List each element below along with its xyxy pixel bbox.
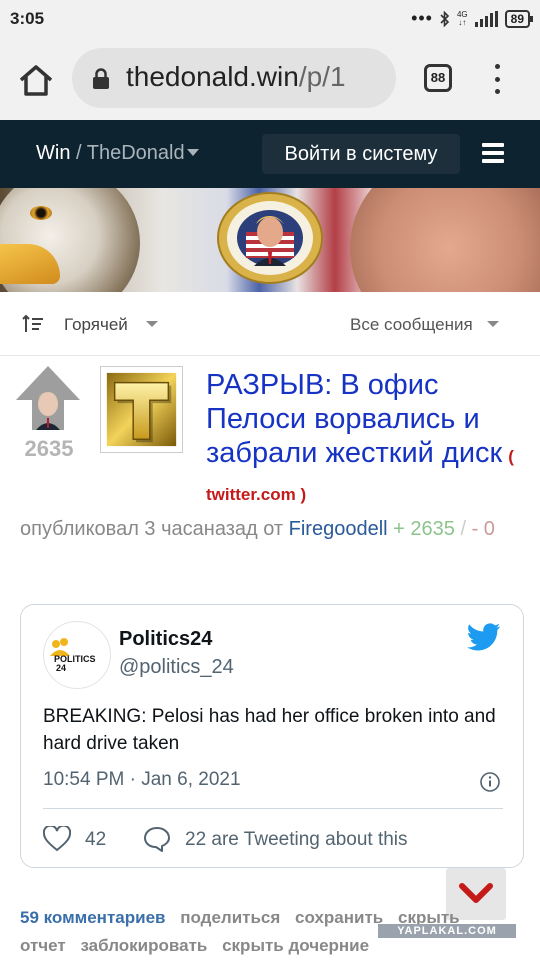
tweet-author-name[interactable]: Politics24 (119, 628, 212, 651)
sort-label: Горячей (64, 315, 128, 334)
brand-win[interactable]: Win (36, 142, 70, 164)
post-score: 2635 (24, 436, 74, 461)
post-upvotes: + 2635 (387, 518, 455, 540)
battery-icon: 89 (504, 9, 534, 28)
save-link[interactable]: сохранить (295, 908, 383, 927)
post-downvotes: - 0 (471, 518, 495, 540)
report-link[interactable]: отчет (20, 936, 66, 955)
more-dots-icon: ••• (411, 8, 433, 28)
post-meta: опубликовал 3 часаназад от Firegoodell +… (20, 514, 530, 544)
tweet-author-handle[interactable]: @politics_24 (119, 656, 234, 679)
tweet-embed[interactable]: POLITICS 24 Politics24 @politics_24 BREA… (20, 604, 524, 868)
status-icons: ••• 4G ↓↑ 89 (411, 8, 534, 29)
tweet-divider (43, 808, 503, 809)
block-link[interactable]: заблокировать (80, 936, 207, 955)
heart-icon[interactable] (43, 826, 71, 852)
post-vote-separator: / (454, 518, 472, 540)
post-thumbnail[interactable] (100, 366, 183, 453)
comments-link[interactable]: 59 комментариев (20, 908, 165, 927)
politics24-logo: POLITICS 24 (50, 638, 96, 673)
brand-separator: / (70, 142, 87, 164)
lock-icon (93, 68, 109, 89)
tweet-text: BREAKING: Pelosi has had her office brok… (43, 706, 496, 754)
sort-bar: Горячей Все сообщения (0, 292, 540, 356)
bluetooth-icon (440, 10, 450, 27)
site-navbar: Win / TheDonald Войти в систему (0, 120, 540, 188)
tweet-reply-count[interactable]: 22 are Tweeting about this (185, 829, 408, 851)
filter-label: Все сообщения (350, 315, 473, 334)
info-icon[interactable] (479, 771, 501, 793)
svg-text:24: 24 (56, 663, 66, 673)
tab-switcher-button[interactable]: 88 (424, 64, 452, 92)
status-bar: 3:05 ••• 4G ↓↑ 89 (0, 0, 540, 36)
community-caret-icon[interactable] (186, 149, 199, 156)
watermark: YAPLAKAL.COM (378, 924, 516, 938)
site-brand[interactable]: Win / TheDonald (36, 142, 199, 165)
hamburger-menu-icon[interactable] (482, 143, 504, 163)
url-text: thedonald.win/p/1 (126, 61, 346, 92)
browser-menu-icon[interactable] (490, 64, 504, 94)
login-button[interactable]: Войти в систему (262, 134, 460, 174)
address-bar[interactable]: thedonald.win/p/1 (72, 48, 396, 108)
upvote-arrow-icon[interactable] (14, 364, 82, 432)
tweet-like-count[interactable]: 42 (85, 829, 106, 851)
chevron-down-icon (145, 321, 158, 327)
signal-icon (474, 10, 498, 27)
post-title-link[interactable]: РАЗРЫВ: В офис Пелоси ворвались и забрал… (206, 368, 526, 512)
hide-children-link[interactable]: скрыть дочерние (222, 936, 369, 955)
sort-dropdown[interactable]: Горячей (64, 315, 158, 335)
network-type: 4G ↓↑ (456, 9, 468, 27)
twitter-bird-icon[interactable] (467, 623, 501, 651)
tweet-timestamp[interactable]: 10:54 PM · Jan 6, 2021 (43, 769, 241, 791)
status-time: 3:05 (10, 9, 45, 28)
share-link[interactable]: поделиться (180, 908, 280, 927)
home-icon[interactable] (16, 60, 56, 100)
browser-toolbar: thedonald.win/p/1 88 (0, 36, 540, 120)
post-author-link[interactable]: Firegoodell (289, 518, 388, 540)
filter-dropdown[interactable]: Все сообщения (350, 315, 499, 335)
post-meta-prefix: опубликовал 3 часаназад от (20, 518, 289, 540)
presidential-seal-logo (217, 192, 323, 284)
sort-icon[interactable] (22, 314, 44, 334)
chevron-down-icon (486, 321, 499, 327)
portrait-image (350, 188, 540, 292)
community-selector[interactable]: TheDonald (87, 142, 185, 164)
tweet-avatar[interactable]: POLITICS 24 (43, 621, 111, 689)
post-title[interactable]: РАЗРЫВ: В офис Пелоси ворвались и забрал… (206, 369, 502, 469)
reply-bubble-icon[interactable] (143, 826, 171, 852)
